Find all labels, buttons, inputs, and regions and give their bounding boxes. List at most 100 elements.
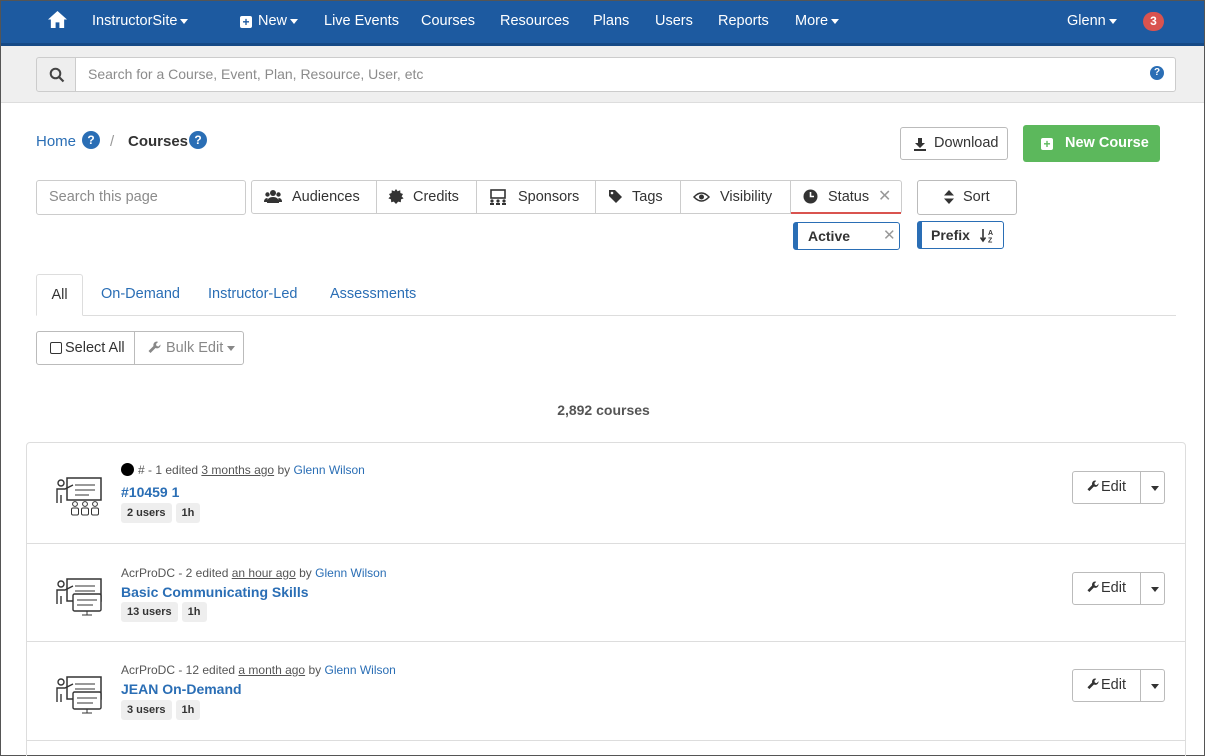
chevron-down-icon (290, 18, 299, 24)
list-item[interactable]: # - 1 edited 3 months ago by Glenn Wilso… (27, 443, 1185, 544)
edit-button[interactable]: Edit (1073, 472, 1141, 503)
filter-bar: Audiences Credits Sponsors Tags Visibili… (251, 180, 902, 214)
breadcrumb-home[interactable]: Home (36, 133, 76, 150)
nav-new-label: New (258, 13, 288, 29)
global-search-input[interactable]: Search for a Course, Event, Plan, Resour… (75, 57, 1176, 92)
select-all-button[interactable]: Select All (36, 331, 135, 365)
tab-assessments[interactable]: Assessments (330, 274, 416, 316)
clear-status-icon[interactable]: ✕ (878, 181, 891, 213)
bulk-edit-label: Bulk Edit (166, 340, 224, 356)
nav-users[interactable]: Users (655, 1, 693, 43)
brand-menu[interactable]: InstructorSite (92, 1, 189, 43)
chevron-down-icon (831, 18, 840, 24)
active-status-chip[interactable]: Active ✕ (793, 222, 900, 250)
wrench-icon (1087, 678, 1099, 690)
nav-new[interactable]: + New (240, 1, 299, 43)
question-circle-icon[interactable]: ? (1150, 66, 1164, 80)
prefix-chip-label: Prefix (931, 227, 970, 243)
duration-badge: 1h (175, 700, 201, 720)
filter-credits[interactable]: Credits (376, 180, 477, 214)
course-meta-prefix: # - 1 edited (138, 463, 199, 477)
black-circle-icon (121, 463, 134, 476)
sort-button[interactable]: Sort (917, 180, 1017, 215)
question-circle-icon[interactable]: ? (82, 131, 100, 149)
list-item[interactable]: AcrProDC - 2 edited an hour ago by Glenn… (27, 544, 1185, 642)
course-author-link[interactable]: Glenn Wilson (315, 566, 386, 580)
filter-status[interactable]: Status ✕ (790, 180, 902, 214)
course-author-link[interactable]: Glenn Wilson (324, 663, 395, 677)
filter-audiences[interactable]: Audiences (251, 180, 377, 214)
course-meta: AcrProDC - 12 edited a month ago by Glen… (121, 663, 396, 677)
edit-dropdown-toggle[interactable] (1141, 472, 1165, 503)
presentation-audience-icon (490, 189, 506, 205)
course-title-link[interactable]: #10459 1 (121, 484, 179, 500)
sort-label: Sort (963, 189, 990, 205)
nav-plans[interactable]: Plans (593, 1, 629, 43)
tab-all[interactable]: All (36, 274, 83, 316)
global-search-bar: Search for a Course, Event, Plan, Resour… (1, 46, 1204, 103)
edit-button[interactable]: Edit (1073, 573, 1141, 604)
notification-badge[interactable]: 3 (1143, 12, 1164, 31)
filter-tags[interactable]: Tags (595, 180, 681, 214)
svg-text:Z: Z (988, 238, 993, 244)
user-menu[interactable]: Glenn (1067, 1, 1117, 43)
duration-badge: 1h (175, 503, 201, 523)
filter-visibility[interactable]: Visibility (680, 180, 791, 214)
users-badge: 2 users (121, 503, 172, 523)
course-title-link[interactable]: JEAN On-Demand (121, 681, 242, 697)
course-edited-time[interactable]: a month ago (238, 663, 305, 677)
page-search-input[interactable]: Search this page (36, 180, 246, 215)
edit-label: Edit (1101, 580, 1126, 596)
bulk-edit-button[interactable]: Bulk Edit (134, 331, 244, 365)
chevron-down-icon (1150, 683, 1159, 689)
tab-on-demand[interactable]: On-Demand (101, 274, 180, 316)
chevron-down-icon (180, 18, 189, 24)
prefix-sort-chip[interactable]: Prefix AZ (917, 221, 1004, 249)
nav-live-events[interactable]: Live Events (324, 1, 399, 43)
sort-icon (944, 190, 954, 204)
download-icon (914, 138, 926, 151)
remove-chip-icon[interactable]: ✕ (883, 223, 896, 249)
home-icon[interactable] (47, 10, 68, 29)
wrench-icon (1087, 581, 1099, 593)
edit-button-group[interactable]: Edit (1072, 572, 1165, 605)
course-count: 2,892 courses (557, 402, 650, 418)
course-author-link[interactable]: Glenn Wilson (293, 463, 364, 477)
edit-button-group[interactable]: Edit (1072, 669, 1165, 702)
course-meta: AcrProDC - 2 edited an hour ago by Glenn… (121, 566, 387, 580)
wrench-icon (1087, 480, 1099, 492)
edit-dropdown-toggle[interactable] (1141, 670, 1165, 701)
course-badges: 13 users 1h (121, 602, 207, 622)
clock-icon (803, 189, 818, 204)
breadcrumb-separator: / (110, 133, 115, 150)
course-meta-by: by (277, 463, 291, 477)
course-title-link[interactable]: Basic Communicating Skills (121, 584, 309, 600)
nav-courses[interactable]: Courses (421, 1, 475, 43)
certificate-icon (388, 189, 404, 204)
course-edited-time[interactable]: an hour ago (232, 566, 296, 580)
nav-resources[interactable]: Resources (500, 1, 569, 43)
edit-dropdown-toggle[interactable] (1141, 573, 1165, 604)
users-icon (264, 190, 282, 203)
nav-more-label: More (795, 13, 829, 29)
download-button[interactable]: Download (900, 127, 1008, 160)
edit-button-group[interactable]: Edit (1072, 471, 1165, 504)
filter-sponsors[interactable]: Sponsors (476, 180, 596, 214)
brand-label: InstructorSite (92, 13, 178, 29)
list-item[interactable]: AcrProDC - 12 edited a month ago by Glen… (27, 642, 1185, 741)
nav-more[interactable]: More (795, 1, 840, 43)
search-button[interactable] (36, 57, 76, 92)
wrench-icon (148, 341, 161, 353)
question-circle-icon[interactable]: ? (189, 131, 207, 149)
edit-button[interactable]: Edit (1073, 670, 1141, 701)
course-list: # - 1 edited 3 months ago by Glenn Wilso… (26, 442, 1186, 756)
new-course-button[interactable]: + New Course (1023, 125, 1160, 162)
on-demand-course-icon (56, 676, 102, 714)
nav-reports[interactable]: Reports (718, 1, 769, 43)
active-chip-label: Active (808, 228, 851, 244)
user-name: Glenn (1067, 13, 1106, 29)
tab-instructor-led[interactable]: Instructor-Led (208, 274, 297, 316)
download-label: Download (934, 135, 999, 151)
course-edited-time[interactable]: 3 months ago (201, 463, 274, 477)
on-demand-course-icon (56, 578, 102, 616)
